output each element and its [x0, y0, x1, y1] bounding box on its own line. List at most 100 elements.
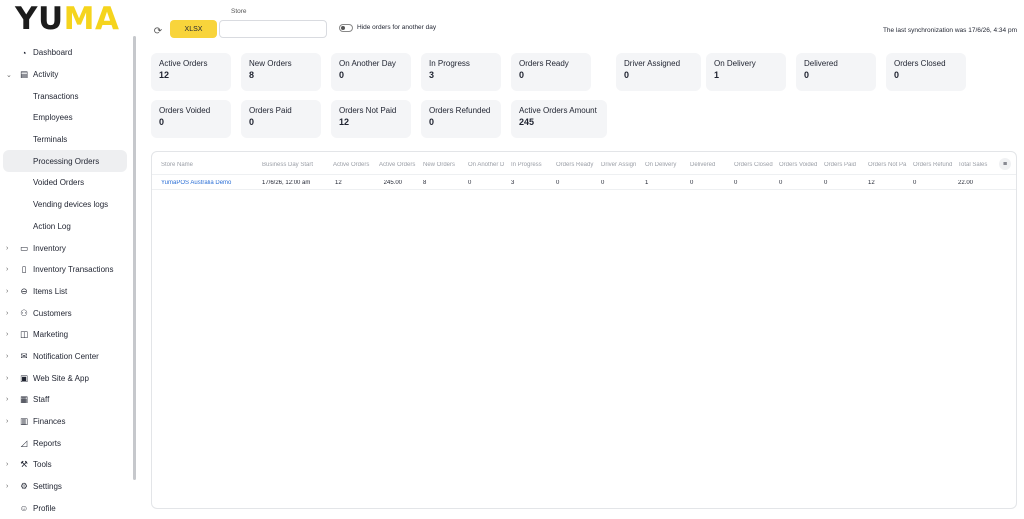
- sidebar-item-items-list[interactable]: › ⊖ Items List: [0, 281, 130, 303]
- card-orders-not-paid: Orders Not Paid 12: [331, 100, 411, 138]
- card-value: 3: [429, 70, 435, 80]
- chevron-right-icon[interactable]: ›: [6, 266, 12, 273]
- column-header[interactable]: Orders Voided: [779, 162, 823, 168]
- sidebar-item-processing-orders[interactable]: Processing Orders: [3, 150, 127, 173]
- chevron-right-icon[interactable]: ›: [6, 331, 12, 338]
- sidebar-item-notification-center[interactable]: › ✉ Notification Center: [0, 346, 130, 368]
- column-header[interactable]: Delivered: [690, 162, 733, 168]
- chevron-right-icon[interactable]: ›: [6, 418, 12, 425]
- last-sync-text: The last synchronization was 17/6/26, 4:…: [882, 27, 1017, 34]
- sidebar-item-action-log[interactable]: Action Log: [0, 216, 130, 238]
- sidebar-item-label: Finances: [33, 417, 66, 427]
- card-orders-ready: Orders Ready 0: [511, 53, 591, 91]
- sidebar-item-transactions[interactable]: Transactions: [0, 85, 130, 107]
- reports-icon: ◿: [20, 437, 28, 448]
- card-title: New Orders: [249, 59, 292, 68]
- column-header[interactable]: Orders Closed: [734, 162, 778, 168]
- notification-center-icon: ✉: [20, 350, 28, 361]
- sidebar-item-terminals[interactable]: Terminals: [0, 129, 130, 151]
- sidebar-item-label: Tools: [33, 460, 52, 470]
- card-title: Delivered: [804, 59, 838, 68]
- refresh-button[interactable]: ⟳: [150, 23, 166, 39]
- sidebar-item-finances[interactable]: › ▥ Finances: [0, 411, 130, 433]
- column-header[interactable]: Active Orders: [333, 162, 378, 168]
- sidebar-item-voided-orders[interactable]: Voided Orders: [0, 172, 130, 194]
- card-in-progress: In Progress 3: [421, 53, 501, 91]
- sidebar-item-label: Dashboard: [33, 48, 73, 58]
- column-header[interactable]: On Another D: [468, 162, 510, 168]
- column-header[interactable]: In Progress: [511, 162, 555, 168]
- column-header[interactable]: Orders Not Pa: [868, 162, 912, 168]
- items-list-icon: ⊖: [20, 285, 28, 296]
- table-cell: 8: [423, 180, 427, 186]
- column-header[interactable]: Store Name: [161, 162, 261, 168]
- sidebar-item-staff[interactable]: › ▦ Staff: [0, 389, 130, 411]
- xlsx-export-button[interactable]: XLSX: [170, 20, 217, 38]
- card-value: 245: [519, 117, 535, 127]
- sidebar-nav: ◔ Dashboard ⌄ ▤ Activity Transactions Employee…: [0, 42, 130, 519]
- sidebar-item-reports[interactable]: ◿ Reports: [0, 432, 130, 454]
- store-select[interactable]: [219, 20, 327, 38]
- card-title: Orders Ready: [519, 59, 569, 68]
- chevron-right-icon[interactable]: ›: [6, 375, 12, 382]
- card-orders-refunded: Orders Refunded 0: [421, 100, 501, 138]
- card-new-orders: New Orders 8: [241, 53, 321, 91]
- card-title: Orders Closed: [894, 59, 946, 68]
- column-header[interactable]: Driver Assign: [601, 162, 644, 168]
- column-header[interactable]: Orders Ready: [556, 162, 600, 168]
- sidebar-item-profile[interactable]: ☺ Profile: [0, 497, 130, 519]
- column-header[interactable]: On Delivery: [645, 162, 689, 168]
- sidebar-item-customers[interactable]: › ⚇ Customers: [0, 302, 130, 324]
- sidebar-item-marketing[interactable]: › ◫ Marketing: [0, 324, 130, 346]
- card-title: Active Orders: [159, 59, 208, 68]
- column-header[interactable]: New Orders: [423, 162, 467, 168]
- profile-icon: ☺: [19, 503, 29, 514]
- hide-orders-toggle[interactable]: [339, 24, 353, 32]
- chevron-down-icon[interactable]: ⌄: [6, 71, 12, 79]
- column-header[interactable]: Orders Refund: [913, 162, 957, 168]
- chevron-right-icon[interactable]: ›: [6, 288, 12, 295]
- table-cell: 17/6/26, 12:00 am: [262, 180, 311, 186]
- chevron-right-icon[interactable]: ›: [6, 396, 12, 403]
- card-value: 12: [159, 70, 170, 80]
- sidebar-item-inventory-transactions[interactable]: › ▯ Inventory Transactions: [0, 259, 130, 281]
- store-name-link[interactable]: YumaPOS Australia Demo: [161, 180, 261, 186]
- column-header[interactable]: Total Sales: [958, 162, 994, 168]
- chevron-right-icon[interactable]: ›: [6, 461, 12, 468]
- sidebar-item-label: Inventory Transactions: [33, 265, 114, 275]
- card-title: Driver Assigned: [624, 59, 681, 68]
- chevron-right-icon[interactable]: ›: [6, 353, 12, 360]
- sidebar-item-label: Employees: [33, 113, 73, 123]
- card-on-another-day: On Another Day 0: [331, 53, 411, 91]
- inventory-icon: ▭: [19, 242, 29, 253]
- sidebar-item-settings[interactable]: › ⚙ Settings: [0, 476, 130, 498]
- column-header[interactable]: Active Orders: [379, 162, 422, 168]
- tools-icon: ⚒: [20, 459, 28, 470]
- sidebar-item-employees[interactable]: Employees: [0, 107, 130, 129]
- sidebar-item-label: Reports: [33, 438, 62, 448]
- card-value: 0: [804, 70, 810, 80]
- store-label: Store: [231, 8, 247, 15]
- table-cell: 0: [824, 180, 828, 186]
- yuma-logo[interactable]: YUMA: [15, 2, 119, 36]
- card-value: 8: [249, 70, 255, 80]
- card-value: 0: [429, 117, 435, 127]
- sidebar-item-vending-devices-logs[interactable]: Vending devices logs: [0, 194, 130, 216]
- chevron-right-icon[interactable]: ›: [6, 245, 12, 252]
- sidebar-item-web-site-app[interactable]: › ▣ Web Site & App: [0, 367, 130, 389]
- customers-icon: ⚇: [20, 307, 28, 318]
- column-menu-button[interactable]: ≡: [999, 158, 1011, 170]
- sidebar-item-inventory[interactable]: › ▭ Inventory: [0, 237, 130, 259]
- row-divider: [152, 189, 1016, 190]
- sidebar-item-dashboard[interactable]: ◔ Dashboard: [0, 42, 130, 64]
- column-header[interactable]: Business Day Start: [262, 162, 332, 168]
- sidebar-item-activity[interactable]: ⌄ ▤ Activity: [0, 64, 130, 86]
- chevron-right-icon[interactable]: ›: [6, 310, 12, 317]
- sidebar-scrollbar[interactable]: [133, 36, 136, 480]
- sidebar-item-tools[interactable]: › ⚒ Tools: [0, 454, 130, 476]
- activity-icon: ▤: [19, 69, 29, 80]
- table-cell: 245.00: [383, 180, 402, 186]
- chevron-right-icon[interactable]: ›: [6, 483, 12, 490]
- column-header[interactable]: Orders Paid: [824, 162, 867, 168]
- card-driver-assigned: Driver Assigned 0: [616, 53, 701, 91]
